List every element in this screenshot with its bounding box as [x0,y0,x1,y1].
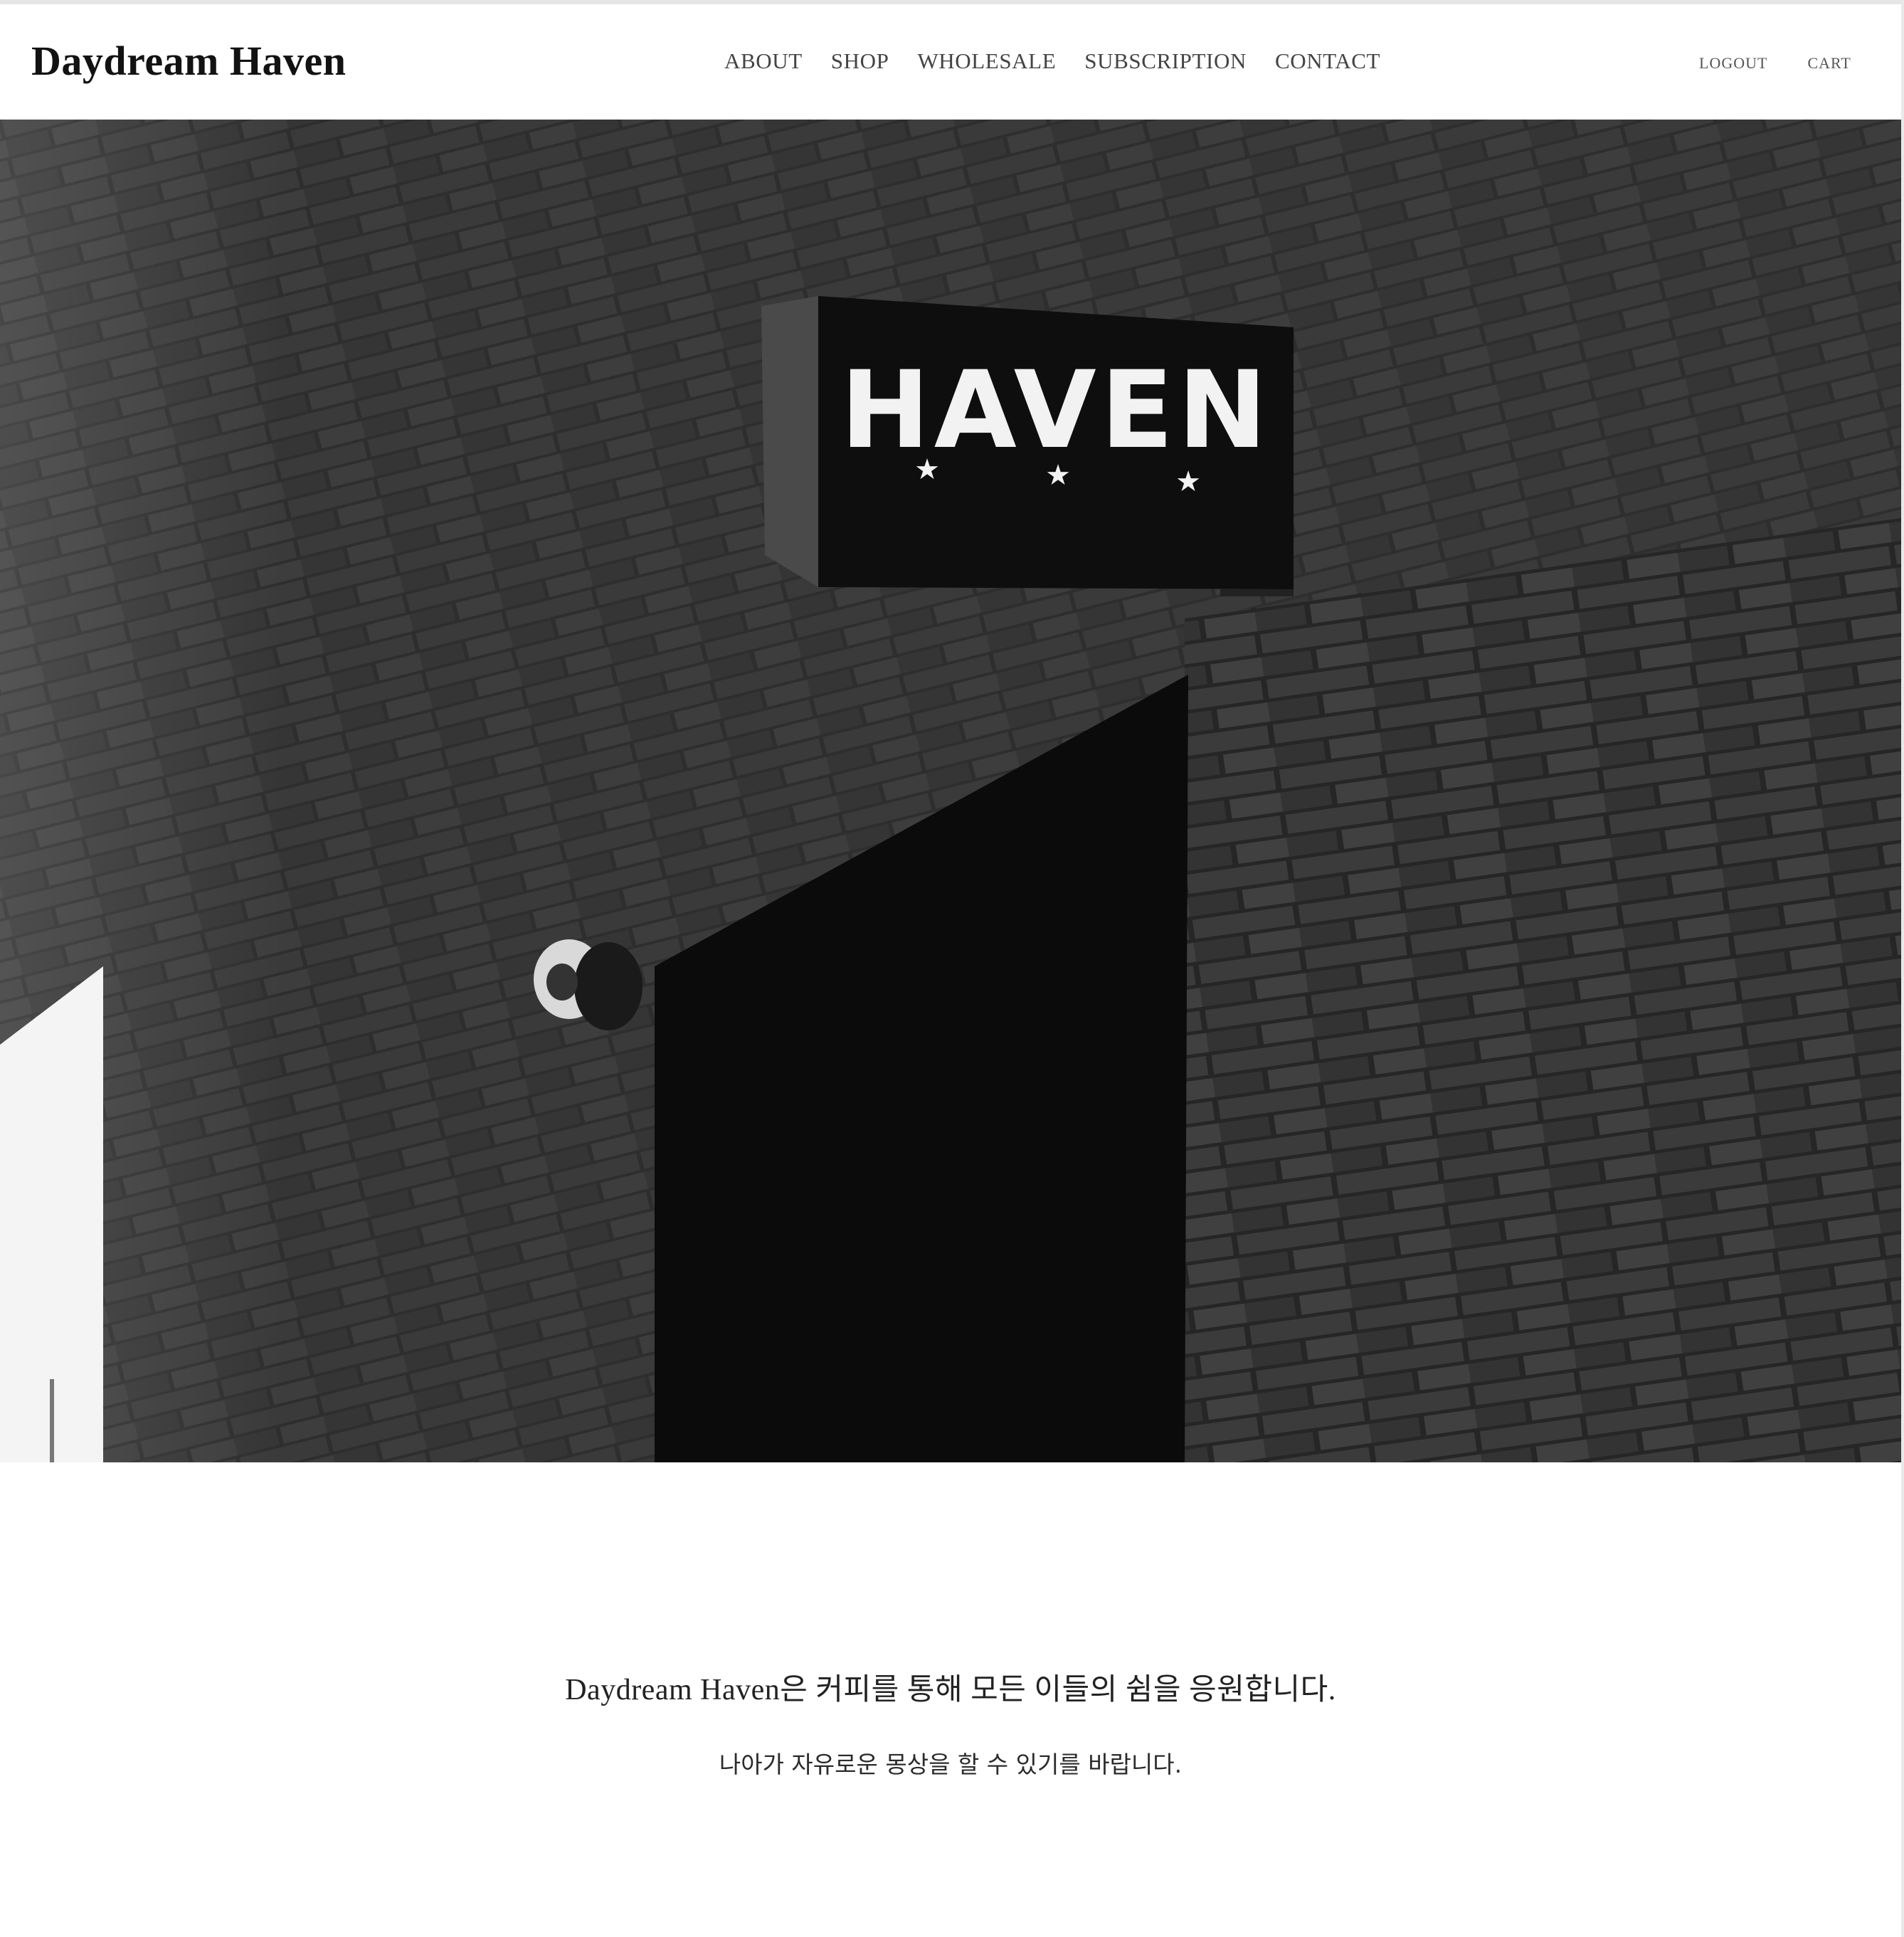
haven-sign: HAVEN ★ ★ ★ [761,296,1294,596]
right-scroll-edge [1901,0,1904,1937]
nav-subscription[interactable]: SUBSCRIPTION [1084,48,1247,84]
cart-link[interactable]: CART [1807,54,1851,73]
utility-nav: LOGOUT CART [1699,54,1851,73]
nav-about[interactable]: ABOUT [724,48,803,84]
intro-headline: Daydream Haven은 커피를 통해 모든 이들의 쉼을 응원합니다. [565,1674,1336,1706]
svg-text:★: ★ [1045,459,1071,492]
main-nav: ABOUT SHOP WHOLESALE SUBSCRIPTION CONTAC… [724,48,1380,84]
svg-text:HAVEN: HAVEN [840,349,1271,473]
intro-subline: 나아가 자유로운 몽상을 할 수 있기를 바랍니다. [719,1751,1183,1778]
intro-section: Daydream Haven은 커피를 통해 모든 이들의 쉼을 응원합니다. … [0,1462,1901,1937]
svg-text:★: ★ [914,453,940,486]
nav-contact[interactable]: CONTACT [1275,48,1380,84]
storefront-sign-photo: HAVEN ★ ★ ★ [0,120,1901,1462]
nav-wholesale[interactable]: WHOLESALE [917,48,1056,84]
logout-link[interactable]: LOGOUT [1699,54,1767,73]
site-header: Daydream Haven ABOUT SHOP WHOLESALE SUBS… [0,4,1901,120]
hero-image: HAVEN ★ ★ ★ [0,120,1901,1462]
brand-logo[interactable]: Daydream Haven [31,37,347,85]
svg-text:★: ★ [1175,465,1201,498]
nav-shop[interactable]: SHOP [831,48,889,84]
